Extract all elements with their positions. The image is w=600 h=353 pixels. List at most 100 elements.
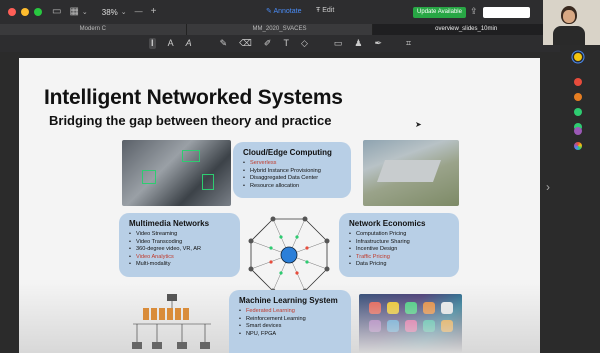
text-style-icon[interactable]: A [186,39,192,48]
update-available-button[interactable]: Update Available [413,7,466,18]
text-select-icon[interactable]: Ⅰ [148,38,156,49]
list-item: Disaggregated Data Center [243,175,341,183]
palette-color-yellow[interactable] [574,53,582,61]
highlight-icon[interactable]: A [168,39,174,48]
list-item: Data Pricing [349,261,449,269]
presenter-face [563,10,575,23]
zoom-in-button[interactable]: + [151,7,157,17]
text-box-icon[interactable]: T [283,39,289,48]
freehand-icon[interactable]: ✐ [264,39,272,48]
stamp-icon[interactable]: ♟ [354,39,362,48]
list-item: Federated Learning [239,308,341,316]
detection-box [202,174,214,190]
signature-icon[interactable]: ✒ [374,39,382,48]
edit-label: Edit [322,7,335,14]
diagram-node [324,238,330,244]
detection-box [182,150,200,162]
palette-color-red[interactable] [574,78,582,86]
diagram-node [248,266,254,272]
diagram-mid-node [295,271,299,275]
share-icon[interactable]: ⇪ [470,7,478,16]
cloud-edge-title: Cloud/Edge Computing [243,148,332,157]
diagram-node [324,266,330,272]
ml-system-list: Federated Learning Reinforcement Learnin… [239,308,341,338]
eraser-icon[interactable]: ⌫ [239,39,252,48]
tab-overview-slides[interactable]: overview_slides_10min [373,24,561,35]
tab-modern-c[interactable]: Modern C [0,24,187,35]
list-item: NPU, FPGA [239,331,341,339]
diagram-center-node [280,246,298,264]
cloud-edge-box: Cloud/Edge Computing Serverless Hybrid I… [233,142,351,198]
annotate-mode-button[interactable]: ✎ Annotate [266,7,301,15]
client-device-icon [132,342,142,349]
diagram-mid-node [279,271,283,275]
client-device-icon [152,342,162,349]
crowd-surveillance-photo [122,140,231,206]
zoom-out-button[interactable]: — [135,8,143,16]
minimize-window-button[interactable] [21,8,29,16]
chevron-down-icon[interactable]: ⌄ [82,9,88,16]
network-economics-box: Network Economics Computation Pricing In… [339,213,459,277]
list-item: Multi-modality [129,261,230,269]
cloud-edge-list: Serverless Hybrid Instance Provisioning … [243,160,341,190]
list-item: Infrastructure Sharing [349,239,449,247]
server-icon [167,294,177,301]
palette-color-orange[interactable] [574,93,582,101]
list-item: Reinforcement Learning [239,316,341,324]
shape-icon[interactable]: ◇ [301,39,308,48]
mouse-cursor-icon: ➤ [415,120,422,129]
annotation-toolbar: Ⅰ A A ✎ ⌫ ✐ T ◇ ▭ ♟ ✒ ⌗ [0,35,560,52]
model-layers [143,308,189,320]
color-palette [560,45,600,353]
client-device-icon [200,342,210,349]
search-input[interactable] [483,7,530,18]
list-item: Video Streaming [129,231,230,239]
palette-color-violet[interactable] [574,127,582,135]
datacenter-building [376,160,442,182]
edit-mode-button[interactable]: Ŧ Edit [316,7,334,14]
window-toolbar: ▭ ▦ ⌄ 38% ⌄ — + ✎ Annotate Ŧ Edit Update… [0,0,600,24]
list-item: Incentive Design [349,246,449,254]
list-item: Smart devices [239,323,341,331]
detection-box [142,170,156,184]
chevron-down-icon[interactable]: ⌄ [121,9,127,16]
next-page-arrow-icon[interactable]: › [546,180,550,194]
palette-color-custom[interactable] [574,142,582,150]
diagram-mid-node [295,235,299,239]
comment-icon[interactable]: ▭ [334,39,343,48]
crop-icon[interactable]: ⌗ [406,39,411,48]
tab-mm-2020[interactable]: MM_2020_SVACES [187,24,374,35]
close-window-button[interactable] [8,8,16,16]
diagram-node [302,216,308,222]
slide-subtitle: Bridging the gap between theory and prac… [49,113,332,128]
palette-color-green[interactable] [574,108,582,116]
diagram-mid-node [279,235,283,239]
window-controls [8,8,42,16]
maximize-window-button[interactable] [34,8,42,16]
diagram-node [270,216,276,222]
slide-page: Intelligent Networked Systems Bridging t… [19,58,540,353]
list-item: 360-degree video, VR, AR [129,246,230,254]
slide-title: Intelligent Networked Systems [44,86,343,109]
network-economics-title: Network Economics [349,219,426,228]
list-item: Video Transcoding [129,239,230,247]
thumbnail-grid-icon[interactable]: ▦ [69,7,78,17]
diagram-links [133,301,211,342]
client-device-icon [177,342,187,349]
zoom-level[interactable]: 38% [102,8,118,17]
presenter-shirt [553,26,585,45]
diagram-mid-node [305,260,309,264]
list-item: Video Analytics [129,254,230,262]
list-item: Traffic Pricing [349,254,449,262]
diagram-mid-node [269,246,273,250]
datacenter-aerial-photo [363,140,459,206]
pdf-viewer-window: ▭ ▦ ⌄ 38% ⌄ — + ✎ Annotate Ŧ Edit Update… [0,0,600,353]
diagram-node [248,238,254,244]
pen-icon[interactable]: ✎ [220,39,228,48]
ml-system-title: Machine Learning System [239,296,338,305]
ml-system-box: Machine Learning System Federated Learni… [229,290,351,353]
multimedia-list: Video Streaming Video Transcoding 360-de… [129,231,230,269]
network-economics-list: Computation Pricing Infrastructure Shari… [349,231,449,269]
sidebar-toggle-icon[interactable]: ▭ [52,7,61,17]
federated-learning-diagram [132,294,211,349]
